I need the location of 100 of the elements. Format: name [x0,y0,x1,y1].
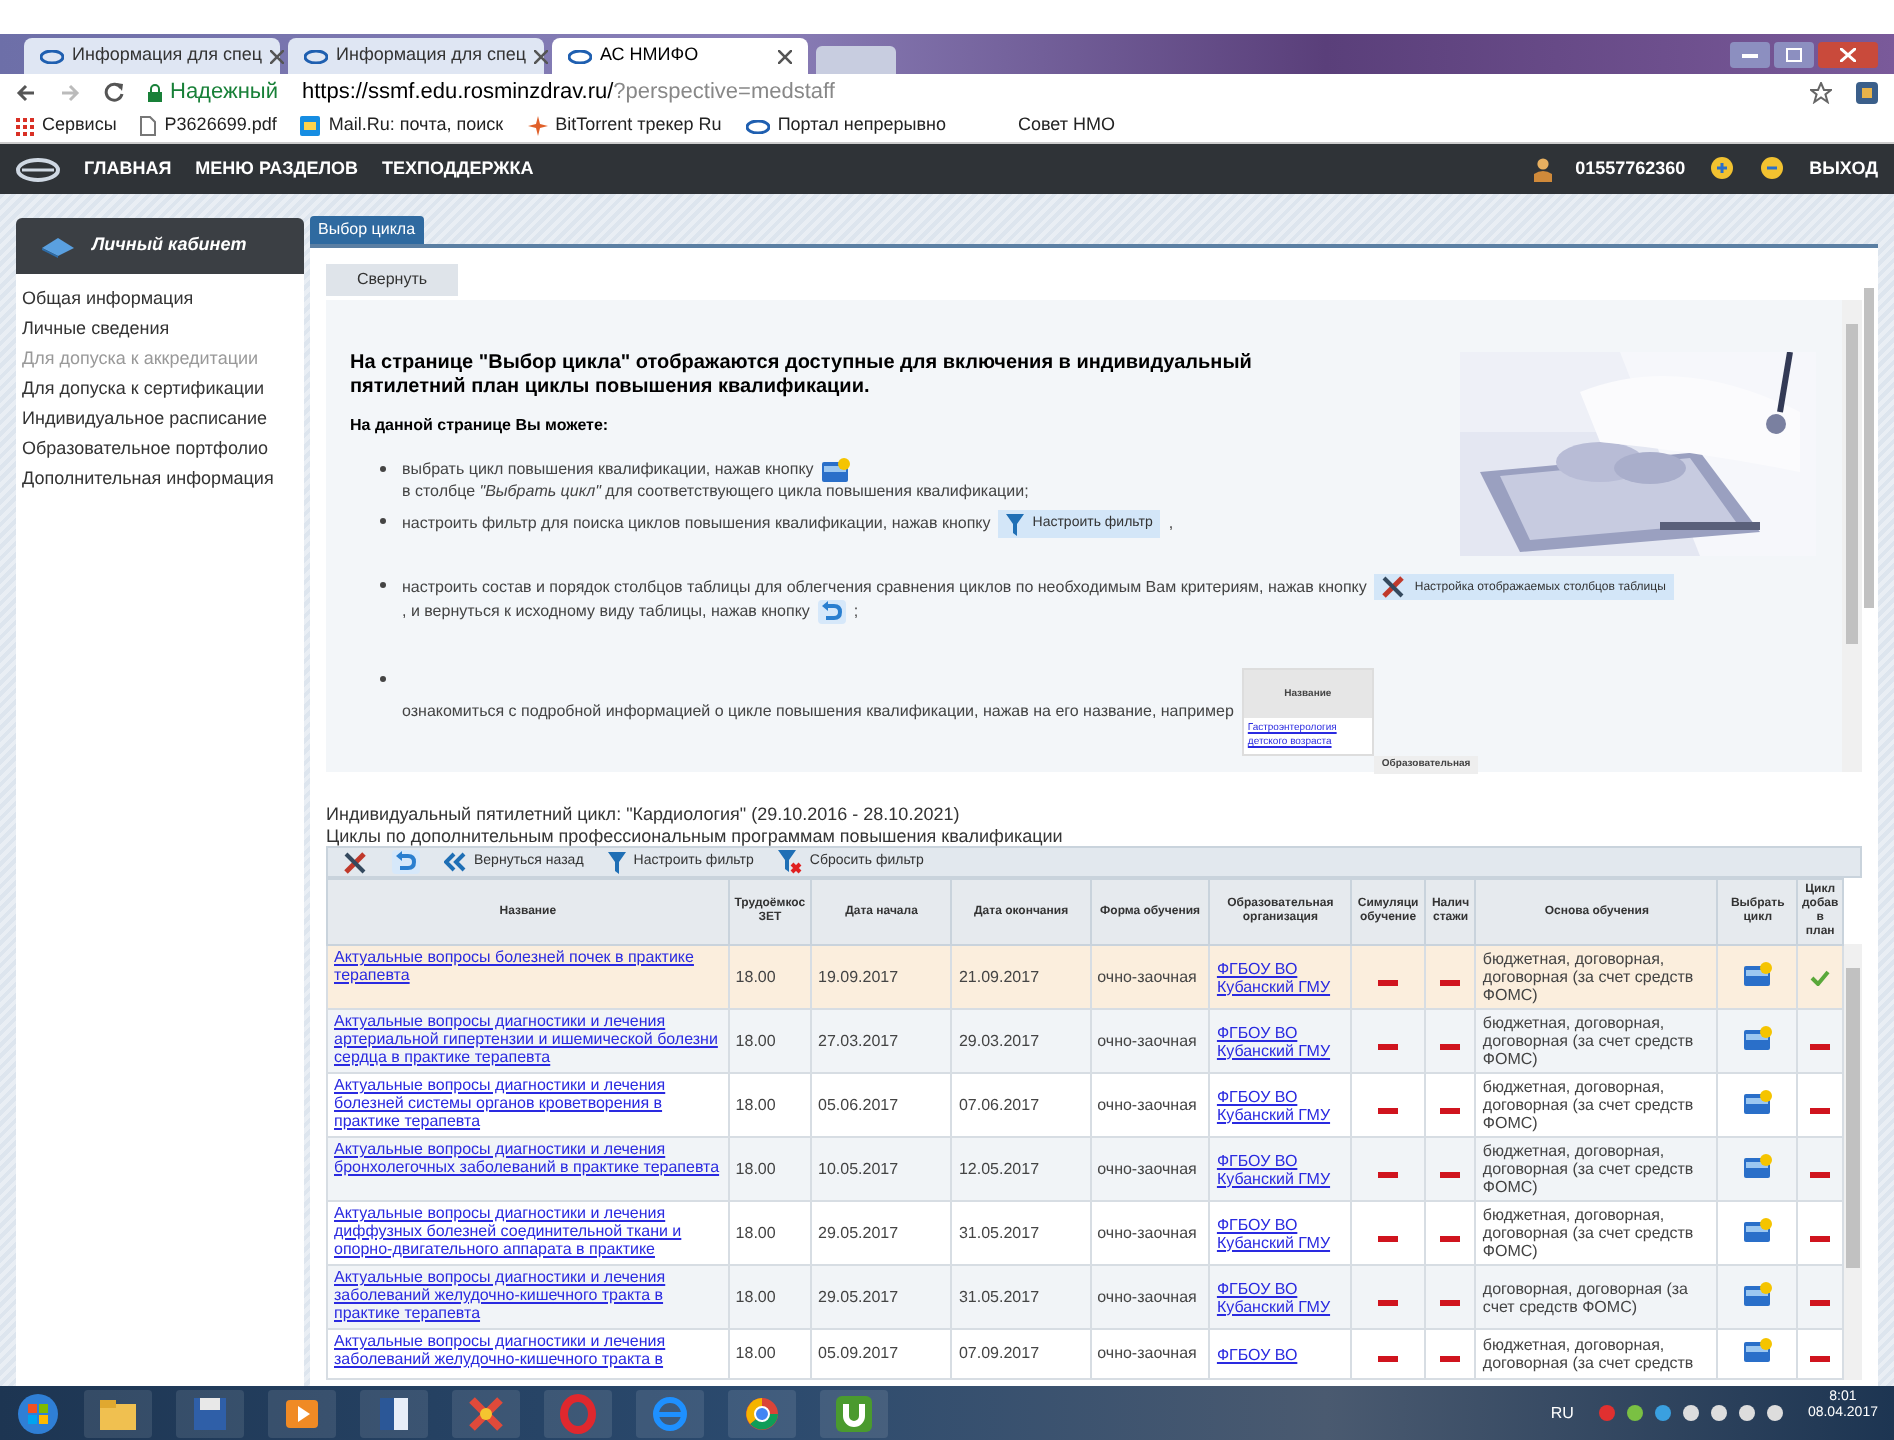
bookmark[interactable]: Совет НМО [1017,112,1115,140]
table-cell: очно-заочная [1097,1095,1197,1113]
table-cell: 29.05.2017 [818,1287,899,1305]
table-row[interactable] [327,1009,1843,1073]
table-cell: бюджетная, договорная, договорная (за счет средств [1482,1336,1694,1372]
table-cell: 18.00 [735,1344,776,1362]
zoom-out-icon [1759,156,1786,182]
table-cell: бюджетная, договорная, договорная (за счет средств ФОМС) [1482,950,1694,1004]
table-row[interactable]: Актуальные вопросы болезней почек в практике терапевта 18.00 19.09.2017 21.09.2017 очно-заочная ФГБОУ ВО Кубанский ГМУ бюджетная, договорная, договорная (за счет средств ФОМС) [327,945,1843,1009]
close-icon [1840,48,1856,62]
taskbar-app[interactable] [84,1389,152,1437]
taskbar-app[interactable] [268,1389,336,1437]
table-cell: бюджетная, договорная, договорная (за счет средств ФОМС) [1482,1206,1694,1260]
maximize-button[interactable] [1774,42,1814,68]
taskbar-app[interactable] [360,1389,428,1437]
table-cell: 29.05.2017 [818,1223,899,1241]
browser-e-icon [650,1393,690,1433]
logout-link[interactable]: ВЫХОД [1809,155,1878,183]
table-row[interactable]: Актуальные вопросы диагностики и лечения заболеваний желудочно-кишечного тракта в 18.00 05.09.2017 07.09.2017 очно-заочная ФГБОУ ВО бюджетная, договорная, договорная (за счет средств [327,1329,1843,1379]
address-field[interactable]: Надежный https://ssmf.edu.rosminzdrav.ru/?perspective=medstaff [148,76,1786,108]
browser-tab[interactable]: АС НМИФО [552,38,808,74]
table-cell: очно-заочная [1097,1223,1197,1241]
select-cycle-button[interactable] [1743,1281,1772,1305]
table-cell: очно-заочная [1097,1031,1197,1049]
bookmark[interactable]: BitTorrent трекер Ru [527,112,722,140]
table-cell: 18.00 [735,1031,776,1049]
info-text: ознакомиться с подробной информацией о цикле повышения квалификации, нажав на его название, например [402,702,1234,722]
sidebar-item[interactable]: Общая информация [22,286,304,310]
page-tab[interactable]: Выбор цикла [310,216,424,244]
table-cell: 31.05.2017 [958,1287,1040,1305]
nav-link[interactable]: ГЛАВНАЯ [84,155,172,183]
table-cell: очно-заочная [1097,1287,1197,1305]
horseshoe-icon [834,1393,874,1433]
table-cell: 12.05.2017 [958,1159,1040,1177]
select-cycle-button[interactable] [1743,961,1772,985]
sidebar-item[interactable]: Личные сведения [22,316,304,340]
bookmark[interactable]: Mail.Ru: почта, поиск [300,112,504,140]
info-text: настроить фильтр для поиска циклов повышения квалификации, нажав кнопку [402,514,991,534]
table-cell: 18.00 [735,1159,776,1177]
bookmark[interactable]: P3626699.pdf [140,112,277,140]
info-text: в столбце "Выбрать цикл" для соответствующего цикла повышения квалификации; [402,482,1029,502]
table-cell: 05.09.2017 [818,1344,899,1362]
info-subheading: На данной странице Вы можете: [350,414,611,438]
table-cell: очно-заочная [1097,1344,1197,1362]
maximize-icon [1786,48,1802,62]
column-settings-button[interactable] [344,851,368,873]
select-cycle-button[interactable] [1743,1217,1772,1241]
taskbar-app[interactable] [452,1389,520,1437]
taskbar-app[interactable] [728,1389,796,1437]
select-cycle-button[interactable] [1743,1153,1772,1177]
mail-icon [300,116,321,136]
select-cycle-button[interactable] [1743,1338,1772,1362]
minimize-button[interactable] [1730,42,1770,68]
table-cell: 29.03.2017 [958,1031,1040,1049]
taskbar-app[interactable] [820,1389,888,1437]
collapse-button[interactable]: Свернуть [326,264,458,296]
ring-icon [558,1393,598,1433]
select-cycle-button[interactable] [1743,1025,1772,1049]
select-cycle-button[interactable] [1743,1089,1772,1113]
cycles-subcaption: Циклы по дополнительным профессиональным программам повышения квалификации [326,826,1065,846]
close-icon [270,49,285,63]
bookmark[interactable]: Портал непрерывно [745,112,946,140]
undo-button[interactable] [392,850,420,874]
browser-tab[interactable]: Информация для спец [288,38,544,74]
folder-icon [1743,1281,1772,1305]
tools-icon [344,851,368,873]
table-cell: 27.03.2017 [818,1031,899,1049]
table-row[interactable] [327,1137,1843,1201]
table-cell: очно-заочная [1097,967,1197,985]
info-text: выбрать цикл повышения квалификации, нажав кнопку [402,460,814,480]
sidebar-item[interactable]: Образовательное портфолио [22,436,304,460]
user-id: 01557762360 [1575,155,1686,182]
table-cell: 18.00 [735,1223,776,1241]
browser-tab[interactable]: Информация для спец [24,38,280,74]
table-row[interactable] [327,1073,1843,1137]
document-icon [374,1393,414,1433]
sidebar-item: Для допуска к аккредитации [22,346,261,370]
taskbar-app[interactable] [176,1389,244,1437]
scrollbar[interactable] [1864,288,1874,608]
sidebar-item[interactable]: Индивидуальное расписание [22,406,304,430]
table-cell: 18.00 [735,1095,776,1113]
nav-link[interactable]: МЕНЮ РАЗДЕЛОВ [195,155,359,183]
sidebar-item[interactable]: Для допуска к сертификации [22,376,304,400]
bookmark[interactable]: Сервисы [16,112,117,140]
nav-link[interactable]: ТЕХПОДДЕРЖКА [382,155,534,183]
double-chevron-icon [444,852,466,872]
language-indicator[interactable]: RU [1550,1401,1574,1425]
zoom-in-icon [1709,156,1736,182]
sidebar-item[interactable]: Дополнительная информация [22,466,304,490]
scrollbar[interactable] [1842,300,1862,772]
table-row[interactable] [327,1265,1843,1329]
table-cell: 10.05.2017 [818,1159,899,1177]
info-text: настроить состав и порядок столбцов таблицы для облегчения сравнения циклов по необходимым Вам критериям, нажав кнопку [402,577,1367,597]
info-heading: На странице "Выбор цикла" отображаются доступные для включения в индивидуальный пятилетний план циклы повышения квалификации. [350,352,1254,400]
minimize-icon [1742,53,1758,57]
lock-icon [148,83,162,101]
user-icon [1533,157,1552,181]
close-button[interactable] [1818,42,1878,68]
table-row[interactable] [327,1201,1843,1265]
folder-icon [1743,1025,1772,1049]
